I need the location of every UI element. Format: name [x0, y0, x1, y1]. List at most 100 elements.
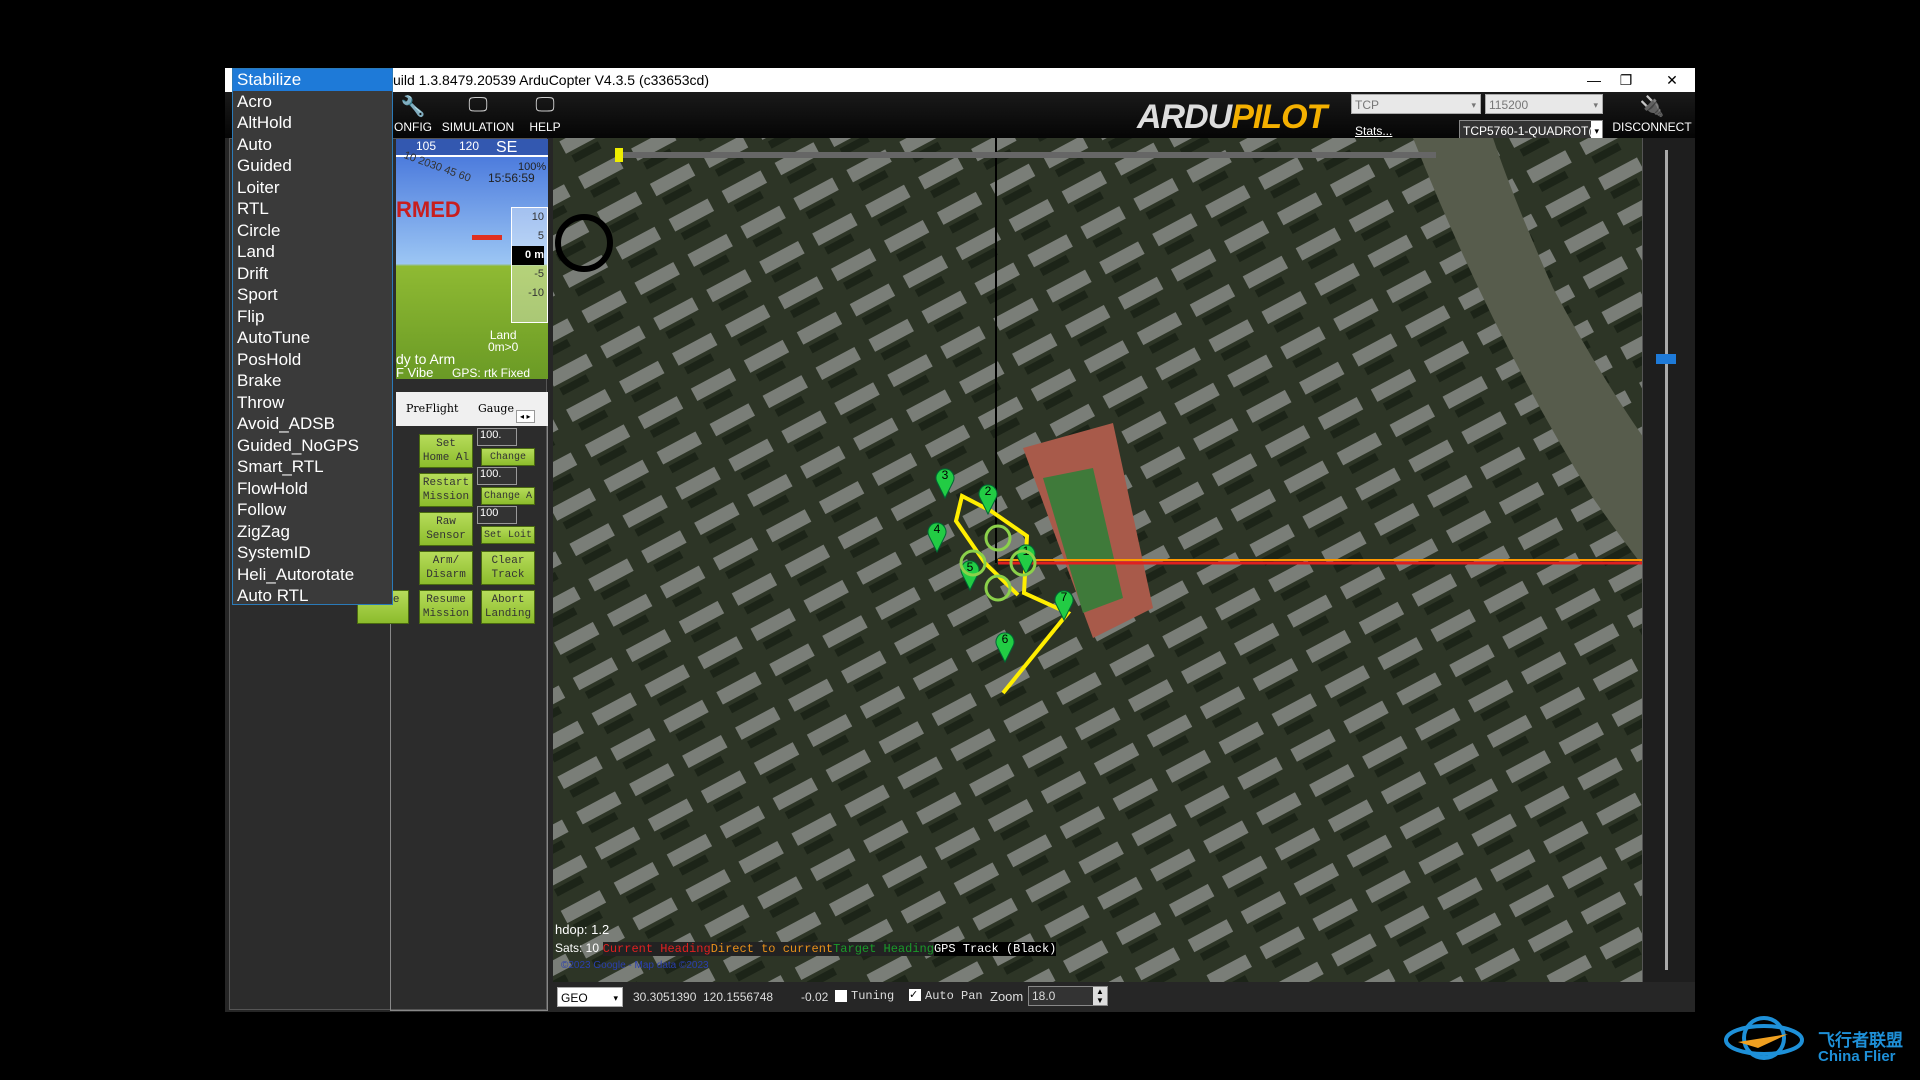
connection-type-select[interactable]: TCP ▾: [1351, 94, 1481, 114]
clear-track-button[interactable]: Clear Track: [481, 551, 535, 585]
autopan-checkbox[interactable]: ✓: [909, 989, 921, 1001]
title-bar: uild 1.3.8479.20539 ArduCopter V4.3.5 (c…: [225, 68, 1695, 92]
zoom-slider-handle[interactable]: [615, 148, 623, 162]
hdop-readout: hdop: 1.2: [555, 922, 610, 937]
window-title: uild 1.3.8479.20539 ArduCopter V4.3.5 (c…: [393, 72, 710, 88]
tab-preflight[interactable]: PreFlight: [406, 402, 458, 415]
zoom-input[interactable]: 18.0 ▲ ▼: [1028, 986, 1108, 1006]
stats-link[interactable]: Stats...: [1355, 124, 1392, 138]
brand-en: China Flier: [1818, 1048, 1896, 1065]
scale-slider[interactable]: [1656, 354, 1676, 364]
flight-mode-option[interactable]: Follow: [233, 499, 392, 521]
flight-mode-option[interactable]: Auto RTL: [233, 585, 392, 607]
flight-mode-option[interactable]: AutoTune: [233, 327, 392, 349]
flight-mode-option[interactable]: Avoid_ADSB: [233, 413, 392, 435]
raw-sensor-button[interactable]: Raw Sensor: [419, 512, 473, 546]
baud-rate-select[interactable]: 115200 ▾: [1485, 94, 1603, 114]
flight-mode-option[interactable]: SystemID: [233, 542, 392, 564]
close-button[interactable]: ✕: [1649, 68, 1695, 92]
config-label: ONFIG: [394, 120, 432, 134]
flight-mode-option[interactable]: Throw: [233, 392, 392, 414]
flight-mode-option[interactable]: Circle: [233, 220, 392, 242]
autopan-label: Auto Pan: [925, 989, 983, 1003]
altitude-scale: [1642, 138, 1695, 982]
disconnect-button[interactable]: 🔌 DISCONNECT: [1612, 94, 1692, 134]
plug-icon: 🔌: [1639, 96, 1665, 118]
flight-mode-option[interactable]: FlowHold: [233, 478, 392, 500]
tab-scroll-buttons[interactable]: ◂ ▸: [516, 410, 535, 423]
config-button[interactable]: 🔧 ONFIG: [393, 94, 433, 134]
monitor-plane-icon: 🖵: [468, 94, 488, 116]
latitude: 30.3051390: [633, 990, 697, 1004]
set-home-alt-button[interactable]: Set Home Al: [419, 434, 473, 468]
flight-mode-option[interactable]: Stabilize: [233, 69, 392, 91]
china-flier-watermark: 飞行者联盟 China Flier: [1718, 1008, 1918, 1068]
altitude-tape: 10 5 0 m -5 -10: [511, 207, 548, 323]
flight-mode-option[interactable]: ZigZag: [233, 521, 392, 543]
arm-disarm-button[interactable]: Arm/ Disarm: [419, 551, 473, 585]
heading-tick: 105: [416, 139, 437, 153]
help-button[interactable]: 🖵 HELP: [523, 94, 567, 134]
flight-mode-option[interactable]: Drift: [233, 263, 392, 285]
flight-mode-option[interactable]: Guided: [233, 155, 392, 177]
battery-percent: 100%: [518, 161, 547, 173]
flight-mode-option[interactable]: Land: [233, 241, 392, 263]
change-speed-button[interactable]: Change Sp: [481, 448, 535, 477]
toolbar: 🔧 ONFIG 🖵 SIMULATION 🖵 HELP ARDUPILOT TCP ▾ …: [225, 92, 1695, 141]
speed-spinner[interactable]: 100.: [477, 428, 517, 446]
satellite-map[interactable]: 1234567: [553, 138, 1642, 982]
flight-mode-option[interactable]: Heli_Autorotate: [233, 564, 392, 586]
alt-tick: 5: [537, 230, 544, 242]
china-flier-logo: [1724, 1016, 1804, 1060]
waypoint-label: 4: [934, 522, 941, 536]
tab-gauges[interactable]: Gauge: [478, 402, 514, 415]
alt-tick: -10: [528, 287, 544, 299]
armed-status: RMED: [396, 197, 461, 222]
resume-mission-button[interactable]: Resume Mission: [419, 590, 473, 624]
connection-select[interactable]: TCP5760-1-QUADROT(▾: [1459, 120, 1603, 141]
flight-mode-option[interactable]: Sport: [233, 284, 392, 306]
flight-mode-option[interactable]: RTL: [233, 198, 392, 220]
tuning-label: Tuning: [851, 989, 895, 1003]
tuning-checkbox[interactable]: [835, 990, 847, 1002]
flight-mode-option[interactable]: Flip: [233, 306, 392, 328]
actions-panel: r ic ssage Set Home Al Restart Mission R…: [357, 426, 548, 1011]
flight-mode-option[interactable]: AltHold: [233, 112, 392, 134]
mode-readout: Land 0m>0: [488, 328, 519, 354]
flight-mode-option[interactable]: PosHold: [233, 349, 392, 371]
map-view[interactable]: 1234567 hdop: 1.2 Sats: 10 Current Headi…: [553, 138, 1642, 982]
hud: 105 120 SE 10 2030 45 60 15:56:59 100% R…: [396, 139, 548, 379]
maximize-button[interactable]: ❐: [1603, 68, 1649, 92]
loiter-spinner[interactable]: 100: [477, 506, 517, 524]
flight-mode-dropdown[interactable]: Stabilize Acro AltHold Auto Guided Loiter RTL C…: [232, 68, 393, 605]
flight-mode-option[interactable]: Loiter: [233, 177, 392, 199]
zoom-slider-track: [616, 152, 1436, 158]
restart-mission-button[interactable]: Restart Mission: [419, 473, 473, 507]
flight-mode-option[interactable]: Auto: [233, 134, 392, 156]
legend-direct: Direct to current: [710, 942, 834, 956]
tab-strip: PreFlight Gauge ◂ ▸: [396, 392, 548, 426]
status-bar: GEO ▾ 30.3051390 120.1556748 -0.02 Tuning…: [553, 982, 1695, 1012]
coord-system-select[interactable]: GEO ▾: [557, 987, 623, 1007]
waypoint-label: 7: [1061, 590, 1068, 604]
scale-track: [1665, 150, 1668, 970]
hud-time: 15:56:59: [488, 171, 535, 185]
vibe-label[interactable]: F Vibe: [396, 365, 433, 379]
set-loiter-button[interactable]: Set Loit: [481, 526, 535, 544]
flight-mode-option[interactable]: Brake: [233, 370, 392, 392]
waypoint-label: 2: [985, 484, 992, 498]
flight-mode-option[interactable]: Acro: [233, 91, 392, 113]
mission-planner-window: uild 1.3.8479.20539 ArduCopter V4.3.5 (c…: [225, 68, 1695, 1012]
flight-mode-option[interactable]: Smart_RTL: [233, 456, 392, 478]
abort-landing-button[interactable]: Abort Landing: [481, 590, 535, 624]
legend-gps-track: GPS Track (Black): [933, 942, 1057, 956]
alt-tick: 10: [531, 211, 544, 223]
alt-spinner[interactable]: 100.: [477, 467, 517, 485]
change-alt-button[interactable]: Change A: [481, 487, 535, 505]
monitor-help-icon: 🖵: [535, 94, 555, 116]
sats-readout: Sats: 10: [555, 941, 600, 955]
flight-mode-option[interactable]: Guided_NoGPS: [233, 435, 392, 457]
simulation-label: SIMULATION: [441, 120, 515, 134]
simulation-button[interactable]: 🖵 SIMULATION: [440, 94, 516, 134]
legend-target-heading: Target Heading: [833, 942, 934, 956]
